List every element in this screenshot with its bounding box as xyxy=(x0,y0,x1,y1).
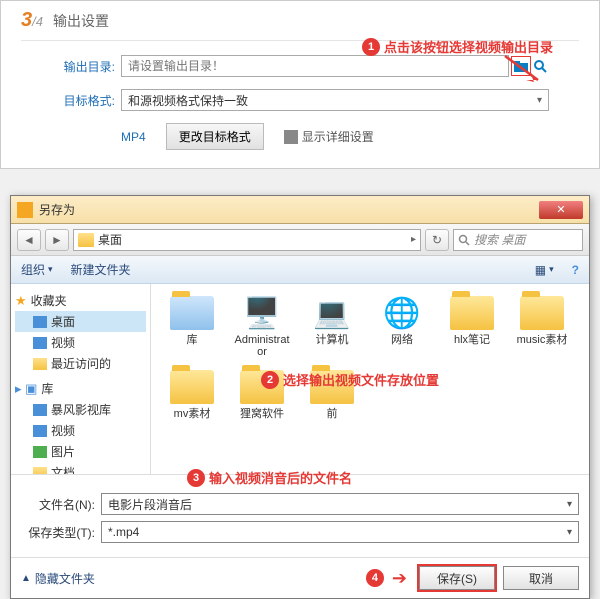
file-item[interactable]: 💻计算机 xyxy=(301,292,363,360)
cancel-button[interactable]: 取消 xyxy=(503,566,579,590)
app-icon xyxy=(17,202,33,218)
save-button[interactable]: 保存(S) xyxy=(419,566,495,590)
sidebar-item-desktop[interactable]: 桌面 xyxy=(15,311,146,332)
sidebar-item-recent[interactable]: 最近访问的 xyxy=(15,353,146,374)
search-icon[interactable] xyxy=(531,57,549,75)
filename-label: 文件名(N): xyxy=(21,496,101,513)
bullet-3-icon: 3 xyxy=(187,469,205,487)
output-dir-label: 输出目录: xyxy=(51,58,121,75)
filetype-label: 保存类型(T): xyxy=(21,524,101,541)
file-item[interactable]: 🖥️Administrator xyxy=(231,292,293,360)
file-item[interactable]: 🌐网络 xyxy=(371,292,433,360)
titlebar: 另存为 ✕ xyxy=(11,196,589,224)
filetype-select[interactable]: *.mp4▾ xyxy=(101,521,579,543)
bullet-2-icon: 2 xyxy=(261,371,279,389)
sidebar-item-bf[interactable]: 暴风影视库 xyxy=(15,399,146,420)
dialog-title: 另存为 xyxy=(39,201,539,218)
panel-title: 输出设置 xyxy=(53,11,109,31)
nav-back-button[interactable]: ◄ xyxy=(17,229,41,251)
search-icon xyxy=(458,234,470,246)
help-button[interactable]: ? xyxy=(572,263,579,277)
file-item[interactable]: 库 xyxy=(161,292,223,360)
annotation-4: 4 xyxy=(366,569,384,587)
refresh-button[interactable]: ↻ xyxy=(425,229,449,251)
mp4-link[interactable]: MP4 xyxy=(121,130,146,144)
file-item[interactable]: mv素材 xyxy=(161,366,223,422)
close-button[interactable]: ✕ xyxy=(539,201,583,219)
output-dir-input[interactable] xyxy=(121,55,509,77)
target-format-label: 目标格式: xyxy=(51,92,121,109)
change-format-button[interactable]: 更改目标格式 xyxy=(166,123,264,150)
chevron-down-icon: ▲ xyxy=(21,573,31,584)
target-format-select[interactable]: 和源视频格式保持一致▾ xyxy=(121,89,549,111)
sidebar-favorites[interactable]: ★收藏夹 xyxy=(15,290,146,311)
sidebar-item-vlib[interactable]: 视频 xyxy=(15,420,146,441)
sidebar-item-doc[interactable]: 文档 xyxy=(15,462,146,474)
step-number: 3/4 xyxy=(21,9,43,32)
address-bar[interactable]: 桌面 ▸ xyxy=(73,229,421,251)
hide-folders-toggle[interactable]: ▲ 隐藏文件夹 xyxy=(21,570,366,587)
annotation-2: 2 选择输出视频文件存放位置 xyxy=(261,370,439,389)
annotation-3: 3 输入视频消音后的文件名 xyxy=(187,468,352,487)
folder-icon xyxy=(78,233,94,247)
save-as-dialog: 另存为 ✕ ◄ ► 桌面 ▸ ↻ 搜索 桌面 组织 ▾ 新建文件夹 ▦ ▾ ? … xyxy=(10,195,590,599)
bullet-4-icon: 4 xyxy=(366,569,384,587)
checkbox-icon xyxy=(284,130,298,144)
sidebar-item-video[interactable]: 视频 xyxy=(15,332,146,353)
sidebar: ★收藏夹 桌面 视频 最近访问的 ▸ ▣库 暴风影视库 视频 图片 文档 xyxy=(11,284,151,474)
show-detail-checkbox[interactable]: 显示详细设置 xyxy=(284,128,374,145)
sidebar-item-pic[interactable]: 图片 xyxy=(15,441,146,462)
annotation-1: 1 点击该按钮选择视频输出目录 xyxy=(362,37,553,56)
filename-input[interactable]: 电影片段消音后▾ xyxy=(101,493,579,515)
arrow-right-icon: ➔ xyxy=(392,568,407,589)
sidebar-libraries[interactable]: ▸ ▣库 xyxy=(15,378,146,399)
browse-folder-button[interactable] xyxy=(511,56,531,76)
file-item[interactable]: hlx笔记 xyxy=(441,292,503,360)
view-button[interactable]: ▦ ▾ xyxy=(535,263,554,277)
nav-forward-button[interactable]: ► xyxy=(45,229,69,251)
toolbar-new-folder[interactable]: 新建文件夹 xyxy=(71,261,131,278)
file-item[interactable]: music素材 xyxy=(511,292,573,360)
search-input[interactable]: 搜索 桌面 xyxy=(453,229,583,251)
toolbar-organize[interactable]: 组织 ▾ xyxy=(21,261,53,278)
bullet-1-icon: 1 xyxy=(362,38,380,56)
